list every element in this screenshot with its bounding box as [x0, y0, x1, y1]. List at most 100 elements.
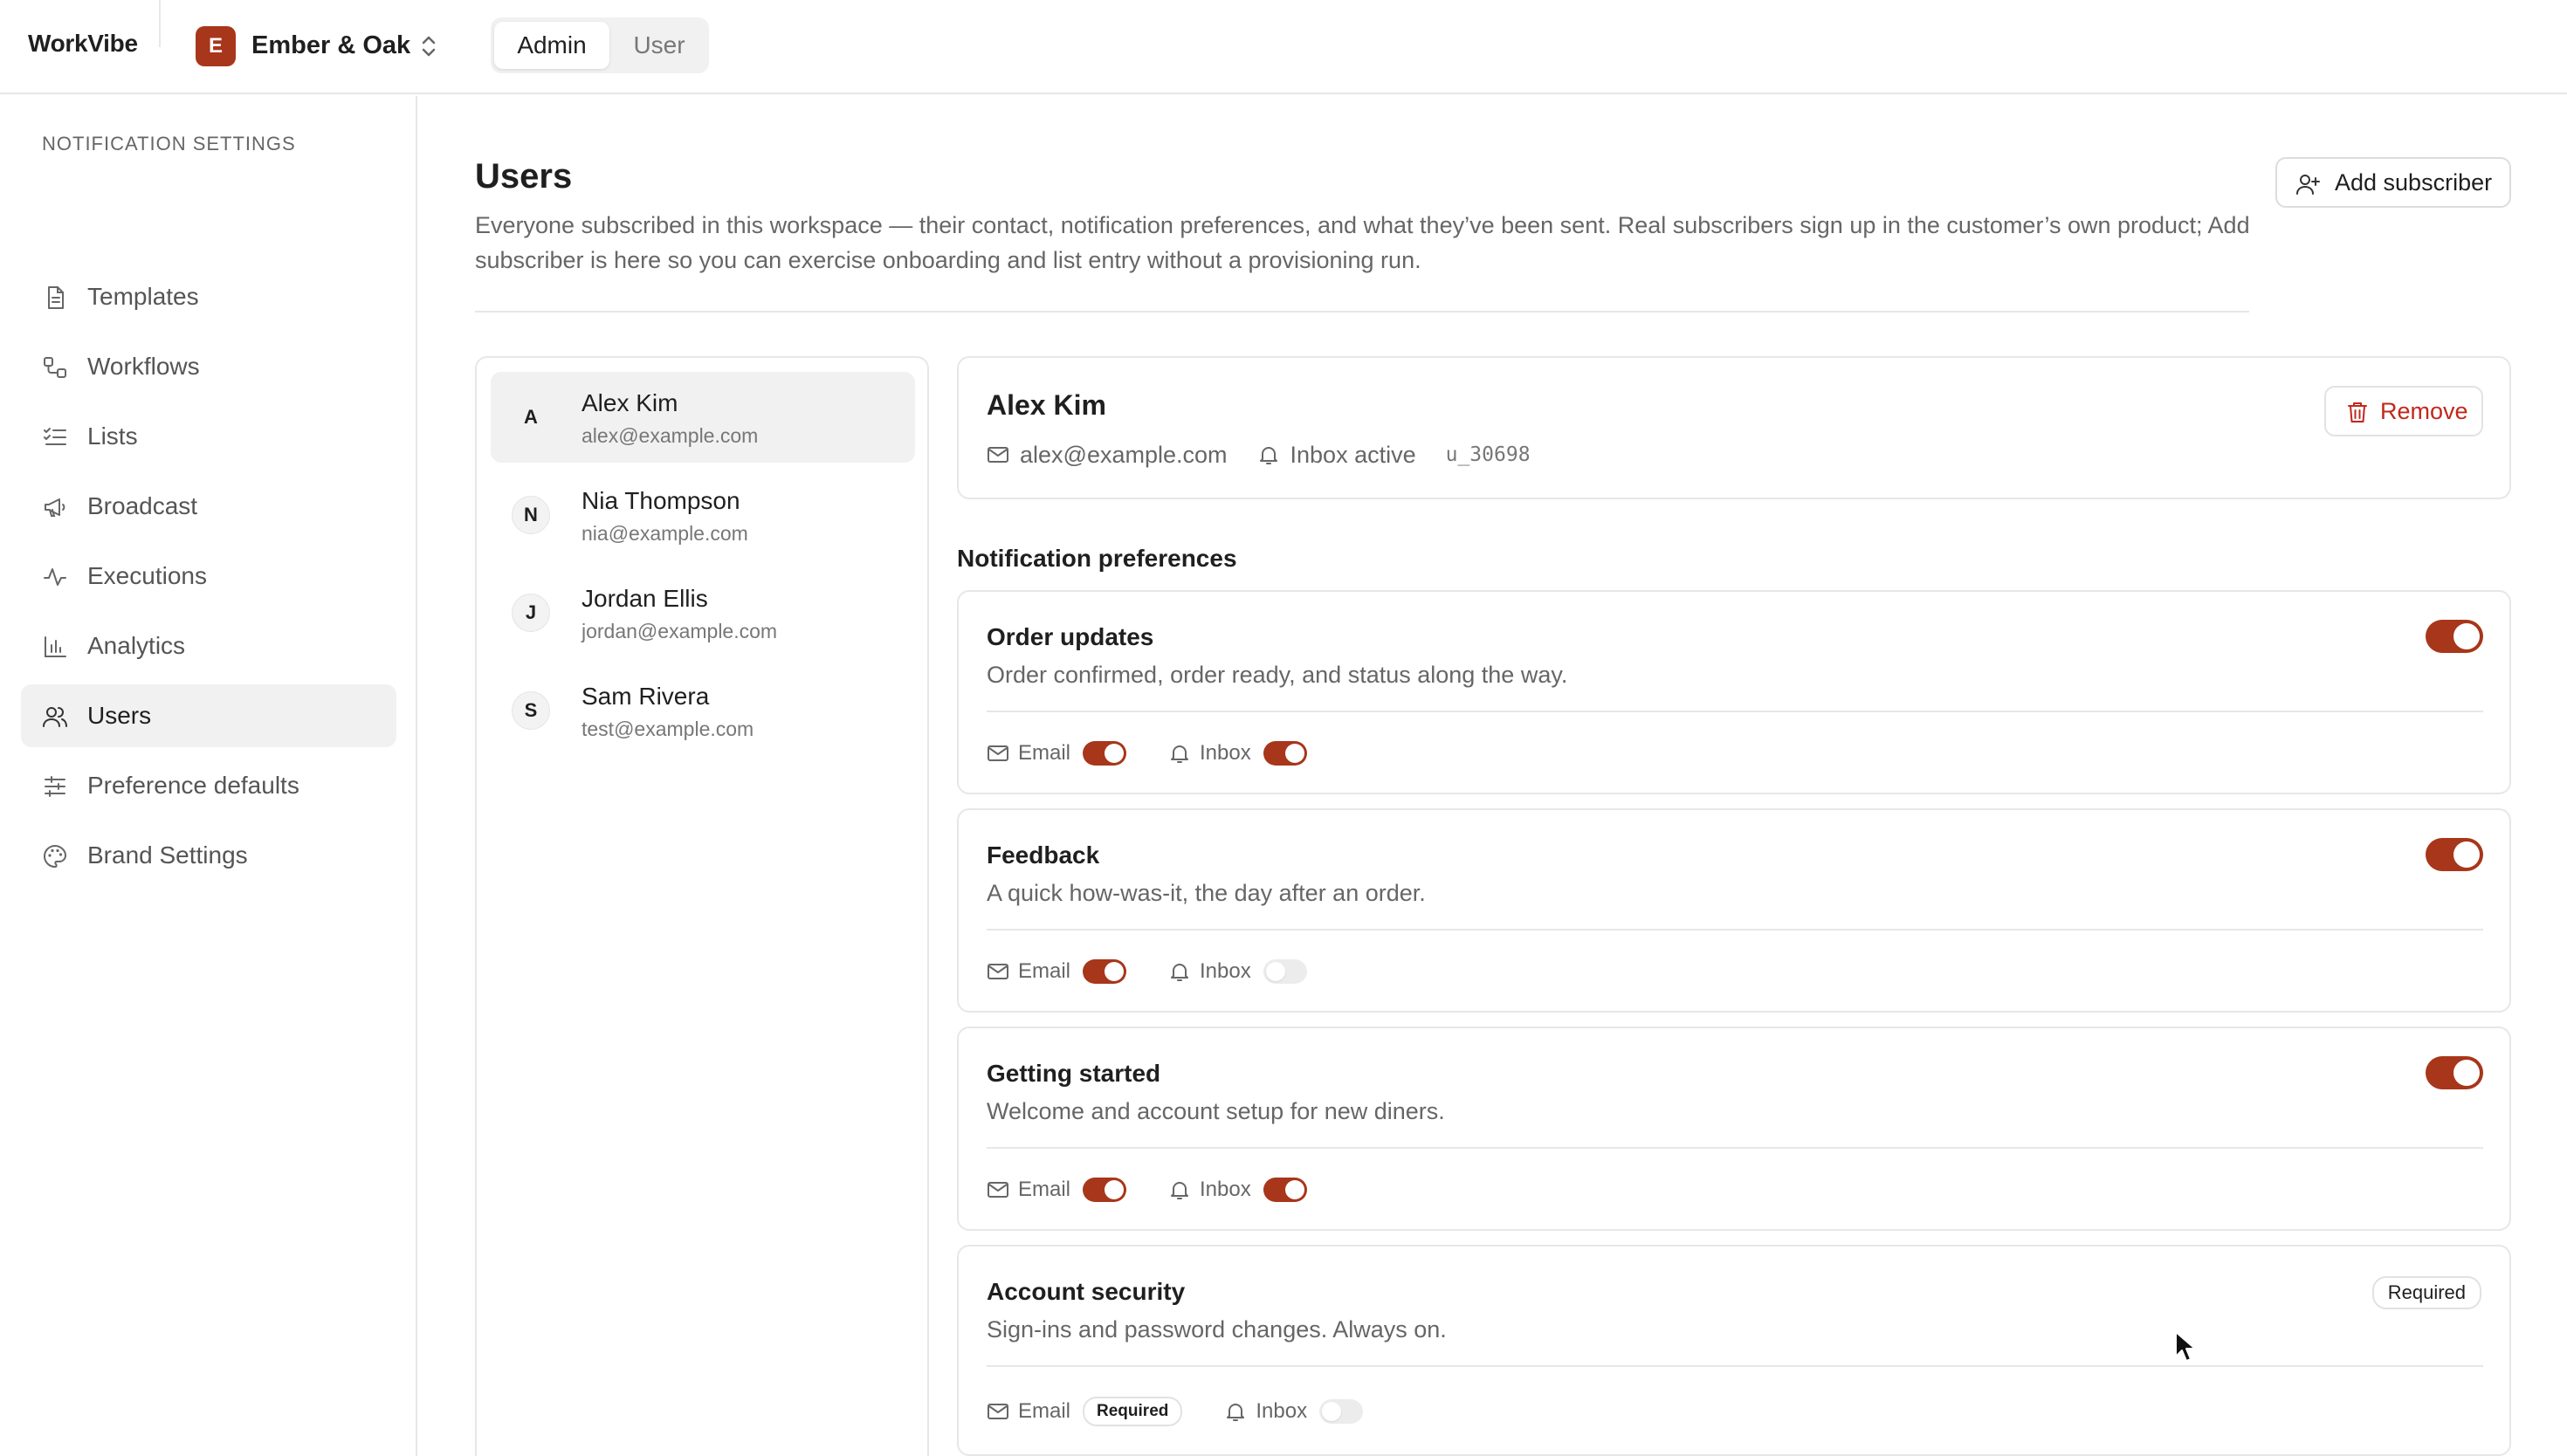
preference-title: Feedback — [987, 841, 1100, 869]
user-list-item[interactable]: N Nia Thompson nia@example.com — [491, 470, 915, 560]
required-badge: Required — [2371, 1276, 2481, 1309]
sidebar-item-brand-settings[interactable]: Brand Settings — [21, 824, 396, 887]
sidebar-item-label: Brand Settings — [87, 841, 248, 869]
email-toggle[interactable] — [1083, 1178, 1127, 1202]
channel-label: Email — [1018, 1399, 1071, 1423]
sidebar-item-templates[interactable]: Templates — [21, 265, 396, 328]
chevron-up-down-icon[interactable] — [417, 33, 440, 59]
detail-meta: alex@example.com Inbox active u_30698 — [987, 440, 1531, 470]
sliders-icon — [45, 776, 65, 797]
preference-title: Account security — [987, 1278, 1186, 1305]
user-detail-card: Alex Kim alex@example.com Inbox active u… — [957, 356, 2511, 499]
inbox-toggle[interactable] — [1263, 959, 1307, 984]
email-channel: Email — [987, 1178, 1127, 1202]
user-list-item[interactable]: A Alex Kim alex@example.com — [491, 372, 915, 463]
top-bar: WorkVibe E Ember & Oak Admin User — [0, 0, 2567, 94]
email-toggle[interactable] — [1083, 741, 1127, 766]
preference-toggle[interactable] — [2426, 838, 2483, 871]
preference-description: A quick how-was-it, the day after an ord… — [987, 880, 1426, 906]
sidebar-item-label: Templates — [87, 283, 199, 310]
user-list-item[interactable]: S Sam Rivera test@example.com — [491, 665, 915, 756]
inbox-toggle[interactable] — [1263, 1178, 1307, 1202]
sidebar-item-preference-defaults[interactable]: Preference defaults — [21, 754, 396, 817]
required-badge: Required — [1083, 1397, 1183, 1426]
preferences-heading: Notification preferences — [957, 545, 1237, 572]
avatar: N — [512, 496, 550, 534]
page-title: Users — [475, 157, 573, 196]
activity-icon — [44, 568, 66, 586]
bell-icon — [1171, 964, 1189, 981]
inbox-toggle — [1319, 1399, 1364, 1424]
sidebar-item-users[interactable]: Users — [21, 684, 396, 747]
preference-description: Order confirmed, order ready, and status… — [987, 662, 1568, 688]
divider — [987, 1147, 2483, 1149]
page-description: Everyone subscribed in this workspace — … — [475, 212, 2250, 273]
sidebar-item-executions[interactable]: Executions — [21, 545, 396, 608]
app-logo: WorkVibe — [28, 30, 138, 57]
sidebar-item-label: Lists — [87, 422, 138, 450]
user-name: Nia Thompson — [582, 487, 740, 514]
workflow-icon — [44, 357, 66, 378]
inbox-toggle[interactable] — [1263, 741, 1307, 766]
user-name: Sam Rivera — [582, 683, 710, 710]
sidebar-item-workflows[interactable]: Workflows — [21, 335, 396, 398]
user-email: test@example.com — [582, 718, 754, 740]
checklist-icon — [44, 428, 66, 445]
channel-label: Inbox — [1200, 959, 1251, 983]
preference-title: Order updates — [987, 623, 1154, 650]
email-toggle[interactable] — [1083, 959, 1127, 984]
channel-label: Inbox — [1256, 1399, 1308, 1423]
inbox-channel: Inbox — [1168, 959, 1307, 984]
detail-user-name: Alex Kim — [987, 389, 1106, 421]
tab-admin[interactable]: Admin — [494, 22, 609, 69]
sidebar-item-label: Workflows — [87, 353, 200, 380]
megaphone-icon — [45, 498, 65, 517]
divider — [159, 0, 161, 47]
sidebar-item-label: Preference defaults — [87, 772, 299, 799]
preference-card-account-security: Account security Sign-ins and password c… — [957, 1245, 2511, 1456]
preference-toggle[interactable] — [2426, 620, 2483, 653]
user-email: jordan@example.com — [582, 620, 778, 642]
add-subscriber-button[interactable]: Add subscriber — [2275, 157, 2511, 208]
channel-row: Email Inbox — [987, 955, 1349, 988]
user-list-item[interactable]: J Jordan Ellis jordan@example.com — [491, 567, 915, 658]
user-name: Jordan Ellis — [582, 585, 708, 612]
avatar: J — [512, 594, 550, 632]
channel-row: Email Required Inbox — [987, 1395, 1405, 1428]
sidebar-item-analytics[interactable]: Analytics — [21, 615, 396, 677]
remove-button[interactable]: Remove — [2324, 386, 2483, 436]
channel-row: Email Inbox — [987, 1173, 1349, 1206]
preference-description: Welcome and account setup for new diners… — [987, 1098, 1445, 1124]
sidebar-heading: NOTIFICATION SETTINGS — [42, 133, 296, 155]
mode-switcher: Admin User — [491, 17, 709, 73]
inbox-channel: Inbox — [1168, 1178, 1307, 1202]
mail-icon — [988, 745, 1008, 761]
mail-icon — [988, 1182, 1008, 1198]
preference-card-feedback: Feedback A quick how-was-it, the day aft… — [957, 808, 2511, 1013]
preference-toggle[interactable] — [2426, 1056, 2483, 1089]
sidebar-item-label: Broadcast — [87, 492, 198, 519]
sidebar-item-lists[interactable]: Lists — [21, 405, 396, 468]
add-user-icon — [2296, 175, 2320, 195]
preference-title: Getting started — [987, 1060, 1161, 1087]
add-subscriber-label: Add subscriber — [2335, 168, 2493, 196]
mail-icon — [988, 964, 1008, 979]
tab-user[interactable]: User — [613, 22, 705, 69]
preference-card-getting-started: Getting started Welcome and account setu… — [957, 1027, 2511, 1231]
user-id: u_30698 — [1445, 443, 1531, 466]
bell-icon — [1227, 1404, 1245, 1421]
workspace-avatar[interactable]: E — [196, 26, 236, 66]
mail-icon — [988, 447, 1008, 463]
preference-card-order-updates: Order updates Order confirmed, order rea… — [957, 590, 2511, 794]
bell-icon — [1259, 447, 1277, 464]
divider — [987, 1365, 2483, 1367]
workspace-name[interactable]: Ember & Oak — [251, 31, 410, 60]
sidebar: NOTIFICATION SETTINGS Templates Workflow… — [0, 96, 417, 1456]
users-icon — [43, 707, 67, 727]
user-email: alex@example.com — [582, 424, 759, 447]
channel-row: Email Inbox — [987, 737, 1349, 770]
channel-label: Email — [1018, 959, 1071, 983]
bell-icon — [1171, 1182, 1189, 1199]
palette-icon — [44, 845, 66, 868]
sidebar-item-broadcast[interactable]: Broadcast — [21, 475, 396, 538]
